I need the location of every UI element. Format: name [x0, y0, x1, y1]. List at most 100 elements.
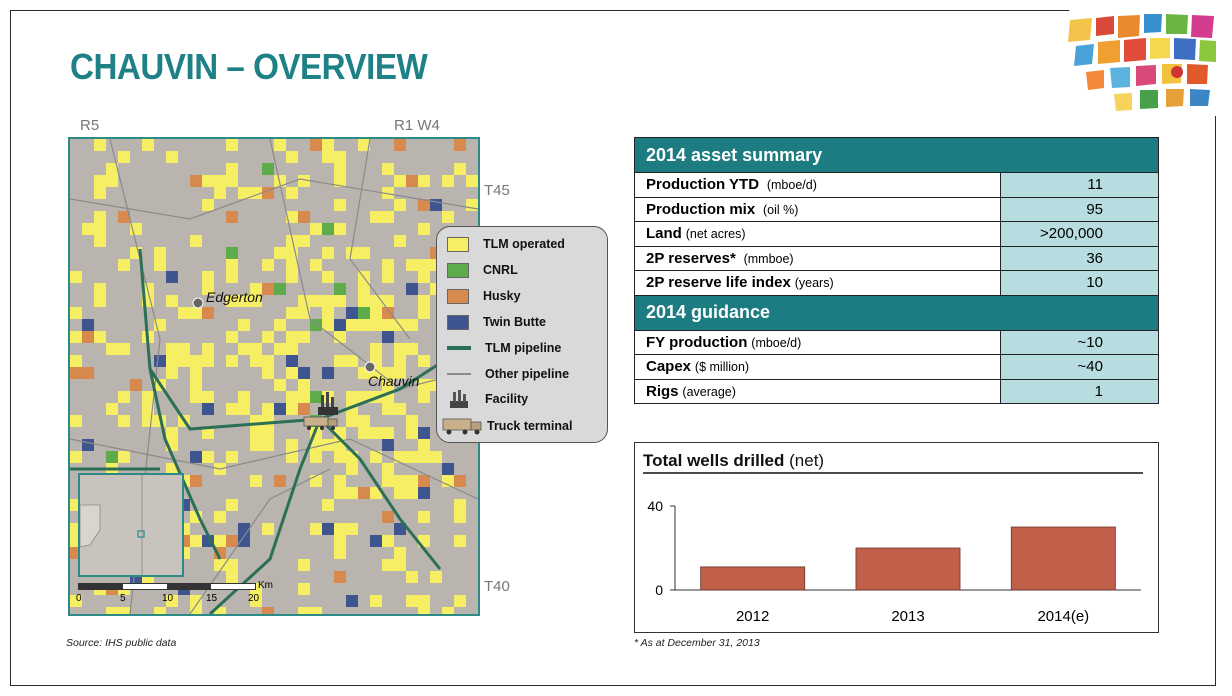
land-parcel	[154, 355, 166, 367]
row-value: ~10	[1000, 329, 1159, 355]
facility-icon	[450, 390, 468, 408]
land-parcel	[274, 403, 286, 415]
land-parcel	[418, 355, 430, 367]
land-parcel	[190, 451, 202, 463]
land-parcel	[94, 235, 106, 247]
land-parcel	[106, 175, 118, 187]
land-parcel	[406, 319, 418, 331]
row-label-cell: 2P reserve life index (years)	[634, 270, 1001, 296]
land-parcel	[190, 235, 202, 247]
land-parcel	[190, 535, 202, 547]
land-parcel	[106, 343, 118, 355]
page-title: CHAUVIN – OVERVIEW	[70, 46, 428, 87]
land-parcel	[262, 415, 274, 427]
land-parcel	[322, 295, 334, 307]
land-parcel	[454, 511, 466, 523]
bar-2012	[700, 566, 806, 591]
x-tick-label: 2012	[736, 608, 769, 625]
land-parcel	[334, 451, 346, 463]
row-label: Production mix	[646, 200, 756, 218]
land-parcel	[286, 355, 298, 367]
land-parcel	[394, 451, 406, 463]
legend-swatch	[447, 262, 469, 278]
land-parcel	[226, 163, 238, 175]
land-parcel	[298, 331, 310, 343]
row-label: 2P reserve life index	[646, 274, 791, 292]
land-parcel	[82, 223, 94, 235]
land-parcel	[214, 535, 226, 547]
land-parcel	[166, 151, 178, 163]
land-parcel	[202, 391, 214, 403]
guidance-header: 2014 guidance	[634, 294, 1159, 331]
land-parcel	[454, 163, 466, 175]
land-parcel	[142, 139, 154, 151]
land-parcel	[226, 211, 238, 223]
land-parcel	[202, 271, 214, 283]
land-parcel	[286, 391, 298, 403]
row-value: 11	[1000, 172, 1159, 198]
land-parcel	[250, 355, 262, 367]
land-parcel	[310, 295, 322, 307]
row-value: >200,000	[1000, 221, 1159, 247]
land-parcel	[370, 595, 382, 607]
land-parcel	[82, 319, 94, 331]
land-parcel	[406, 595, 418, 607]
land-parcel	[322, 523, 334, 535]
land-parcel	[226, 139, 238, 151]
land-parcel	[454, 595, 466, 607]
land-parcel	[418, 511, 430, 523]
table-row: Land (net acres) >200,000	[634, 221, 1159, 247]
land-parcel	[226, 175, 238, 187]
table-row: 2P reserves* (mmboe) 36	[634, 245, 1159, 271]
land-parcel	[394, 175, 406, 187]
land-parcel	[454, 535, 466, 547]
land-parcel	[334, 319, 346, 331]
land-parcel	[322, 307, 334, 319]
row-label-cell: Rigs (average)	[634, 378, 1001, 404]
asset-summary-header-row: 2014 asset summary	[634, 137, 1159, 173]
land-parcel	[298, 607, 310, 614]
land-parcel	[454, 475, 466, 487]
land-parcel	[442, 211, 454, 223]
land-parcel	[190, 175, 202, 187]
land-parcel	[394, 343, 406, 355]
land-parcel	[118, 259, 130, 271]
row-label: Production YTD	[646, 176, 760, 194]
legend-item-husky: Husky	[447, 287, 521, 305]
land-parcel	[322, 151, 334, 163]
land-parcel	[334, 331, 346, 343]
land-parcel	[70, 307, 82, 319]
land-parcel	[418, 427, 430, 439]
scale-tick-20: 20	[248, 593, 260, 604]
land-parcel	[346, 595, 358, 607]
land-parcel	[190, 475, 202, 487]
land-parcel	[70, 415, 82, 427]
land-parcel	[202, 199, 214, 211]
land-parcel	[346, 487, 358, 499]
land-parcel	[382, 559, 394, 571]
land-parcel	[286, 307, 298, 319]
land-parcel	[262, 403, 274, 415]
land-parcel	[178, 355, 190, 367]
legend-label: Facility	[485, 392, 529, 406]
legend-label: TLM operated	[483, 237, 565, 251]
land-parcel	[226, 355, 238, 367]
inset-map	[78, 473, 184, 577]
row-label: FY production	[646, 333, 748, 351]
land-parcel	[358, 247, 370, 259]
row-value: 1	[1000, 378, 1159, 404]
land-parcel	[178, 307, 190, 319]
land-parcel	[382, 271, 394, 283]
land-parcel	[418, 223, 430, 235]
land-parcel	[358, 307, 370, 319]
table-row: Rigs (average) 1	[634, 378, 1159, 404]
land-parcel	[382, 463, 394, 475]
bar-2013	[855, 547, 961, 591]
truck-icon	[442, 418, 482, 435]
land-parcel	[106, 403, 118, 415]
land-parcel	[310, 391, 322, 403]
land-parcel	[370, 211, 382, 223]
land-parcel	[322, 247, 334, 259]
land-parcel	[382, 511, 394, 523]
land-parcel	[430, 451, 442, 463]
